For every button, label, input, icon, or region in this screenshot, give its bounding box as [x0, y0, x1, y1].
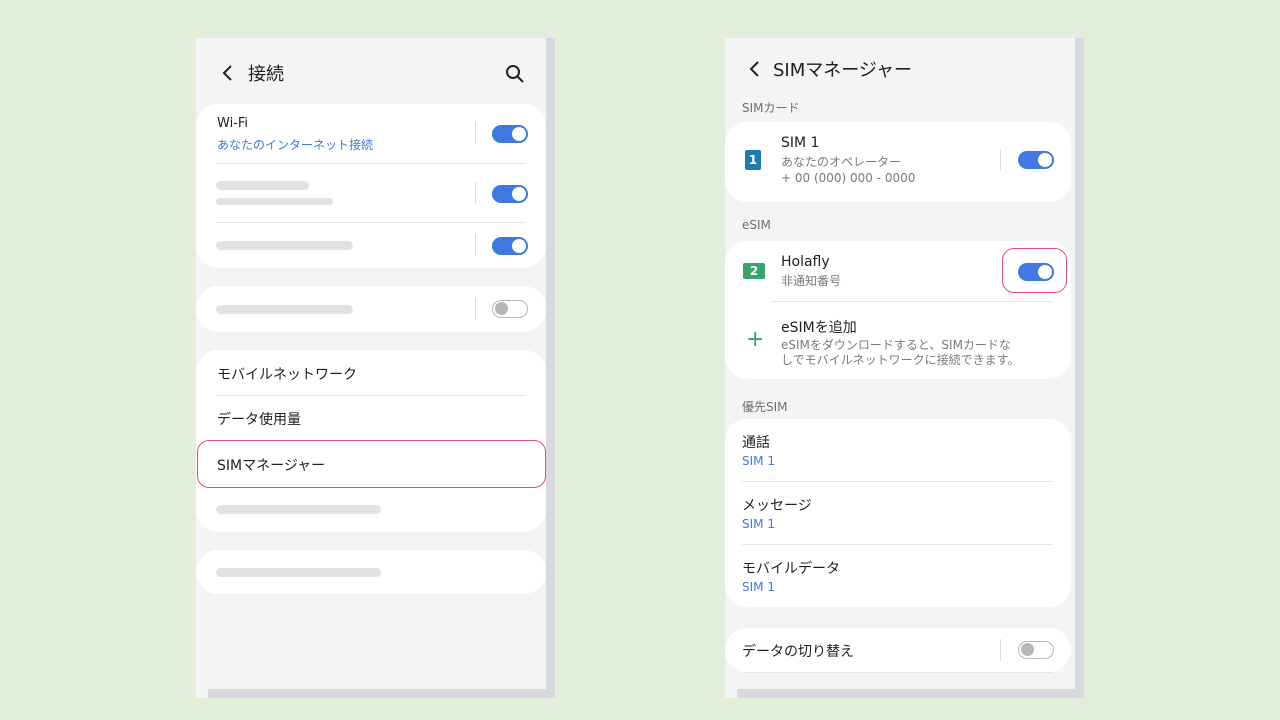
section-preferred-sim: 優先SIM [742, 400, 788, 414]
preferred-message-value: SIM 1 [742, 517, 775, 531]
chevron-left-icon [222, 65, 232, 81]
separator [1000, 149, 1001, 171]
preferred-sim-card: 通話 SIM 1 メッセージ SIM 1 モバイルデータ SIM 1 [725, 419, 1071, 607]
page-title: 接続 [248, 64, 284, 85]
separator [475, 298, 476, 320]
scroll-track [737, 689, 1084, 698]
sim1-operator: あなたのオペレーター [781, 155, 902, 169]
setting-card [196, 286, 546, 332]
placeholder-text [216, 198, 333, 205]
sim1-name: SIM 1 [781, 135, 820, 151]
setting-card [196, 550, 546, 594]
scroll-track [208, 689, 555, 698]
divider [742, 672, 1053, 673]
wifi-label: Wi-Fi [217, 116, 249, 131]
placeholder-text [216, 505, 381, 514]
page-title: SIMマネージャー [773, 60, 913, 81]
divider [216, 163, 526, 164]
sim-manager-highlight [197, 440, 546, 488]
placeholder-text [216, 568, 381, 577]
add-esim-description-line2: しでモバイルネットワークに接続できます。 [781, 353, 1020, 367]
sim-manager-screen: SIMマネージャー SIMカード 1 SIM 1 あなたのオペレーター + 00… [725, 38, 1084, 698]
back-button[interactable] [743, 57, 767, 81]
section-sim-card: SIMカード [742, 101, 800, 115]
separator [475, 182, 476, 204]
wifi-status: あなたのインターネット接続 [217, 138, 374, 152]
divider [216, 395, 526, 396]
divider [216, 222, 526, 223]
divider [742, 481, 1053, 482]
separator [1000, 639, 1001, 661]
add-esim-label[interactable]: eSIMを追加 [781, 317, 857, 337]
esim-name: Holafly [781, 254, 830, 270]
data-switch-card: データの切り替え [725, 628, 1071, 672]
separator [475, 234, 476, 256]
placeholder-text [216, 241, 353, 250]
chevron-left-icon [749, 61, 759, 77]
preferred-mobile-data-label[interactable]: モバイルデータ [742, 558, 840, 578]
sim1-icon: 1 [745, 150, 761, 170]
sim-card-card: 1 SIM 1 あなたのオペレーター + 00 (000) 000 - 0000 [725, 122, 1071, 202]
back-button[interactable] [216, 61, 240, 85]
data-switch-toggle[interactable] [1018, 641, 1054, 659]
preferred-mobile-data-value: SIM 1 [742, 580, 775, 594]
sim1-number: + 00 (000) 000 - 0000 [781, 171, 916, 185]
setting-toggle[interactable] [492, 185, 528, 203]
placeholder-text [216, 181, 309, 190]
menu-item-data-usage[interactable]: データ使用量 [217, 409, 301, 429]
sim1-toggle[interactable] [1018, 151, 1054, 169]
esim-icon: 2 [743, 263, 765, 279]
divider [771, 301, 1053, 302]
add-icon: + [746, 327, 765, 352]
preferred-call-value: SIM 1 [742, 454, 775, 468]
setting-toggle[interactable] [492, 300, 528, 318]
preferred-call-label[interactable]: 通話 [742, 432, 770, 452]
wifi-card: Wi-Fi あなたのインターネット接続 [196, 104, 546, 268]
esim-toggle-highlight [1002, 248, 1067, 293]
divider [742, 544, 1053, 545]
section-esim: eSIM [742, 218, 771, 232]
add-esim-description-line1: eSIMをダウンロードすると、SIMカードな [781, 338, 1011, 352]
setting-toggle[interactable] [492, 237, 528, 255]
esim-number: 非通知番号 [781, 274, 842, 288]
separator [475, 122, 476, 144]
wifi-toggle[interactable] [492, 125, 528, 143]
menu-item-mobile-network[interactable]: モバイルネットワーク [217, 364, 357, 384]
data-switch-label: データの切り替え [742, 644, 854, 660]
connections-screen: 接続 Wi-Fi あなたのインターネット接続 モバイルネットワーク データ使用量… [196, 38, 555, 698]
search-icon[interactable] [503, 62, 527, 86]
placeholder-text [216, 305, 353, 314]
preferred-message-label[interactable]: メッセージ [742, 495, 812, 515]
